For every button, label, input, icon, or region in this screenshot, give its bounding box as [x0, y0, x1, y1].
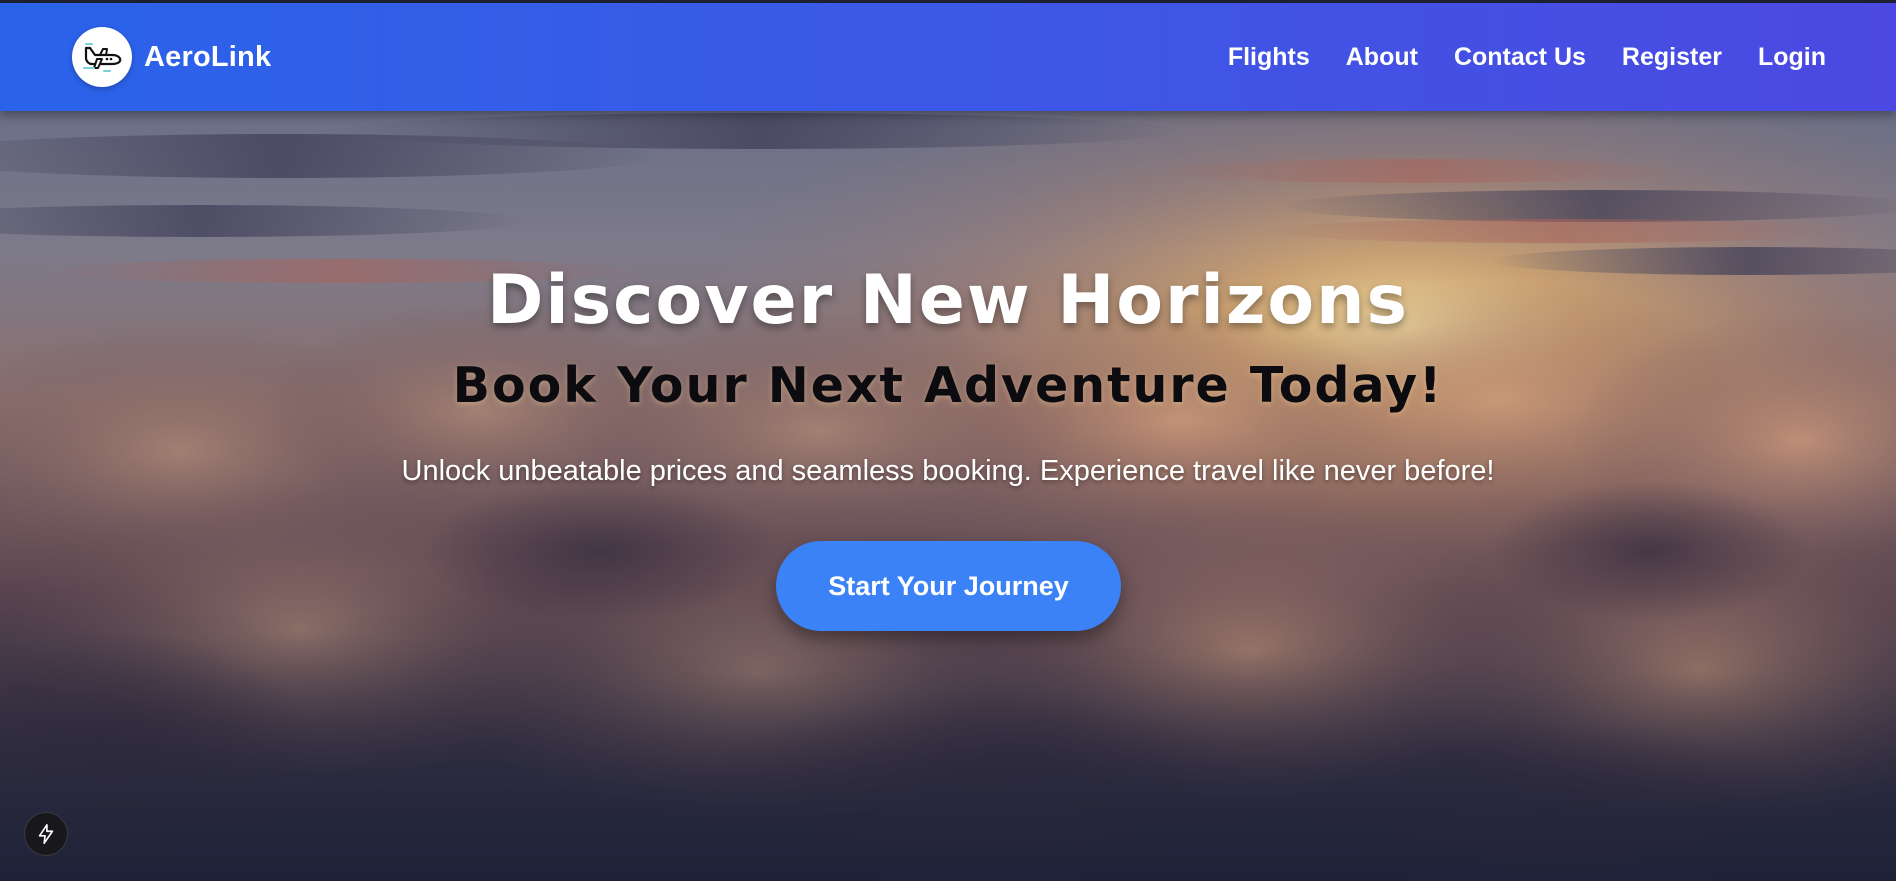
start-journey-button[interactable]: Start Your Journey — [776, 541, 1121, 631]
hero-tagline: Unlock unbeatable prices and seamless bo… — [401, 455, 1495, 487]
hero-subheadline: Book Your Next Adventure Today! — [452, 357, 1444, 414]
nav-link-register[interactable]: Register — [1622, 43, 1722, 72]
dev-tools-button[interactable] — [24, 812, 68, 856]
hero-headline: Discover New Horizons — [486, 261, 1410, 340]
nav-link-about[interactable]: About — [1346, 43, 1418, 72]
navbar: AeroLink Flights About Contact Us Regist… — [0, 3, 1896, 111]
nav-links: Flights About Contact Us Register Login — [1228, 43, 1826, 72]
airplane-icon — [72, 27, 132, 87]
window-top-border — [0, 0, 1896, 3]
hero-content: Discover New Horizons Book Your Next Adv… — [0, 111, 1896, 881]
nav-link-login[interactable]: Login — [1758, 43, 1826, 72]
brand-name: AeroLink — [144, 40, 272, 73]
brand-home-link[interactable]: AeroLink — [72, 27, 271, 87]
nav-link-flights[interactable]: Flights — [1228, 43, 1310, 72]
lightning-bolt-icon — [38, 824, 54, 844]
hero-section: Discover New Horizons Book Your Next Adv… — [0, 111, 1896, 881]
nav-link-contact-us[interactable]: Contact Us — [1454, 43, 1586, 72]
page: AeroLink Flights About Contact Us Regist… — [0, 0, 1896, 881]
